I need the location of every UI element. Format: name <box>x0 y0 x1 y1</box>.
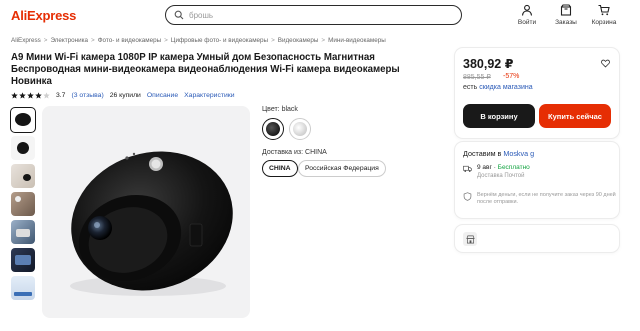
breadcrumb-separator: > <box>271 37 275 44</box>
star-filled-icon <box>11 92 18 99</box>
delivery-city-link[interactable]: Moskva g <box>503 149 534 158</box>
search-input[interactable] <box>189 10 429 20</box>
delivery-option: 9 авг · Бесплатно Доставка Почтой <box>463 164 530 179</box>
color-label: Цвет: black <box>262 106 298 113</box>
add-to-cart-button[interactable]: В корзину <box>463 104 535 128</box>
refund-text: Вернём деньги, если не получите заказ че… <box>477 192 616 205</box>
buy-card: 380,92 ₽ 885,55 ₽ -57% есть скидка магаз… <box>455 48 619 138</box>
camera-image <box>70 151 233 296</box>
description-link[interactable]: Описание <box>147 92 178 99</box>
star-filled-icon <box>35 92 42 99</box>
swatch-white[interactable] <box>289 118 311 140</box>
product-title: A9 Мини Wi-Fi камера 1080P IP камера Умн… <box>11 52 400 87</box>
swatch-black[interactable] <box>262 118 284 140</box>
store-discount-prefix: есть <box>463 84 478 91</box>
old-price: 885,55 ₽ <box>463 74 491 81</box>
product-image[interactable] <box>42 106 250 318</box>
login-button[interactable]: Войти <box>507 4 547 26</box>
store-discount-link[interactable]: скидка магазина <box>479 84 532 91</box>
truck-icon <box>463 165 472 173</box>
delivery-method: Доставка Почтой <box>477 173 525 179</box>
user-icon <box>521 4 533 16</box>
store-icon-box <box>463 232 477 246</box>
breadcrumb-separator: > <box>164 37 168 44</box>
cart-label: Корзина <box>591 19 617 26</box>
thumbnail[interactable] <box>11 248 35 272</box>
breadcrumb: AliExpress > Электроника > Фото- и видеока… <box>11 37 386 44</box>
specs-link[interactable]: Характеристики <box>184 92 234 99</box>
delivery-title-prefix: Доставим в <box>463 149 502 158</box>
ship-from-label: Доставка из: CHINA <box>262 149 327 156</box>
cart-icon <box>598 4 610 16</box>
store-card[interactable] <box>455 225 619 252</box>
thumbnail[interactable] <box>11 136 35 160</box>
delivery-date: 9 авг <box>477 164 492 171</box>
thumbnail[interactable] <box>10 107 36 133</box>
login-label: Войти <box>517 19 537 26</box>
search-bar[interactable] <box>165 5 462 25</box>
thumbnail[interactable] <box>11 220 35 244</box>
discount-badge: -57% <box>503 73 520 80</box>
store-icon <box>465 235 475 243</box>
orders-button[interactable]: Заказы <box>546 4 586 26</box>
delivery-card: Доставим в Moskva g 9 авг · Бесплатно До… <box>455 142 619 218</box>
star-filled-icon <box>19 92 26 99</box>
delivery-dash: · <box>493 164 496 171</box>
thumbnail-strip <box>10 107 36 300</box>
thumbnail[interactable] <box>11 164 35 188</box>
breadcrumb-item[interactable]: Электроника <box>50 37 88 44</box>
breadcrumb-separator: > <box>43 37 48 44</box>
price: 380,92 ₽ <box>463 57 514 71</box>
orders-label: Заказы <box>555 19 577 26</box>
star-filled-icon <box>27 92 34 99</box>
shield-icon <box>463 192 472 201</box>
rating-line: 3.7 (3 отзыва) 26 купили Описание Характ… <box>11 92 235 99</box>
breadcrumb-separator: > <box>91 37 95 44</box>
delivery-free: Бесплатно <box>497 164 530 171</box>
rating-value: 3.7 <box>56 92 66 99</box>
star-empty-icon <box>43 92 50 99</box>
breadcrumb-item[interactable]: Мини-видеокамеры <box>328 37 386 44</box>
store-discount-line: есть скидка магазина <box>463 84 533 91</box>
breadcrumb-item[interactable]: Видеокамеры <box>278 37 319 44</box>
ship-from-russia[interactable]: Российская Федерация <box>298 160 386 177</box>
box-icon <box>560 4 572 16</box>
breadcrumb-item[interactable]: Фото- и видеокамеры <box>98 37 161 44</box>
rating-stars <box>11 92 50 99</box>
refund-guarantee: Вернём деньги, если не получите заказ че… <box>463 192 617 206</box>
delivery-title: Доставим в Moskva g <box>463 149 534 158</box>
ship-from-china[interactable]: CHINA <box>262 160 298 177</box>
reviews-link[interactable]: (3 отзыва) <box>71 92 103 99</box>
buy-now-button[interactable]: Купить сейчас <box>539 104 611 128</box>
search-icon <box>174 10 184 20</box>
heart-icon[interactable] <box>601 59 610 68</box>
breadcrumb-separator: > <box>321 37 326 44</box>
cart-button[interactable]: Корзина <box>584 4 624 26</box>
breadcrumb-item[interactable]: AliExpress <box>11 37 41 44</box>
thumbnail[interactable] <box>11 276 35 300</box>
bought-count: 26 купили <box>109 92 141 99</box>
breadcrumb-item[interactable]: Цифровые фото- и видеокамеры <box>171 37 268 44</box>
aliexpress-logo[interactable]: AliExpress <box>11 8 76 23</box>
thumbnail[interactable] <box>11 192 35 216</box>
